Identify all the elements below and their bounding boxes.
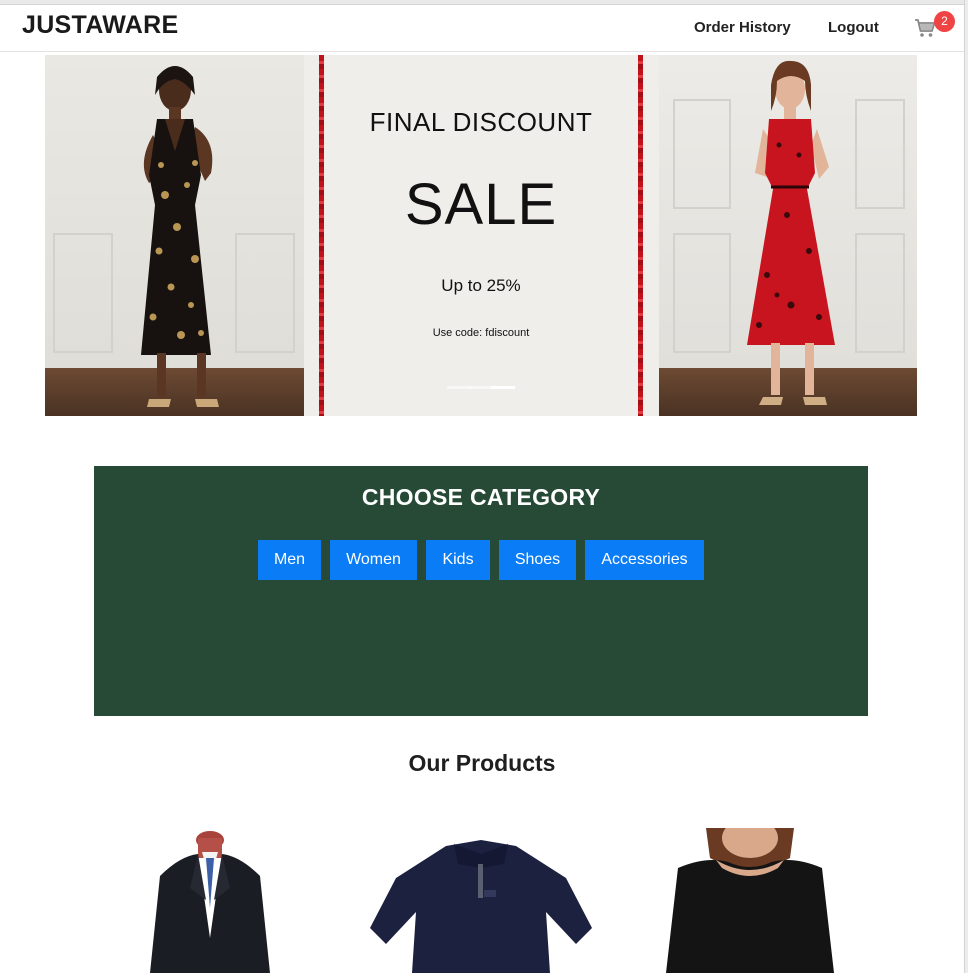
cart-icon (915, 19, 936, 37)
navbar: JUSTAWARE Order History Logout 2 (0, 5, 964, 52)
order-history-link[interactable]: Order History (694, 19, 791, 36)
carousel-indicator-2[interactable] (469, 386, 493, 389)
promo-heading: FINAL DISCOUNT (369, 107, 593, 137)
cart-button[interactable]: 2 (914, 11, 955, 40)
product-polo-shirt-image[interactable] (366, 828, 596, 973)
promo-panel: FINAL DISCOUNT SALE Up to 25% Use code: … (324, 55, 638, 416)
category-button-women[interactable]: Women (330, 540, 417, 580)
product-suit-jacket-image[interactable] (140, 828, 280, 973)
category-button-men[interactable]: Men (258, 540, 321, 580)
carousel-indicator-1[interactable] (447, 386, 471, 389)
category-button-kids[interactable]: Kids (426, 540, 490, 580)
carousel-indicator-3[interactable] (491, 386, 515, 389)
promo-sale-text: SALE (404, 172, 558, 237)
products-title: Our Products (408, 750, 556, 776)
hero-carousel[interactable]: FINAL DISCOUNT SALE Up to 25% Use code: … (45, 55, 917, 416)
category-button-accessories[interactable]: Accessories (585, 540, 704, 580)
logout-link[interactable]: Logout (828, 19, 879, 36)
model-black-dress-image (45, 55, 304, 416)
category-title: CHOOSE CATEGORY (361, 484, 601, 510)
category-section: CHOOSE CATEGORY Men Women Kids Shoes Acc… (94, 466, 868, 716)
promo-code-text: Use code: fdiscount (432, 327, 530, 339)
product-black-top-image[interactable] (666, 828, 834, 973)
brand-logo[interactable]: JUSTAWARE (22, 11, 178, 40)
window-scrollbar-track[interactable] (964, 0, 968, 973)
promo-border-right (638, 55, 643, 416)
model-red-dress-image (659, 55, 917, 416)
category-button-shoes[interactable]: Shoes (499, 540, 576, 580)
promo-percent-text: Up to 25% (441, 276, 521, 295)
cart-count-badge: 2 (934, 11, 955, 32)
